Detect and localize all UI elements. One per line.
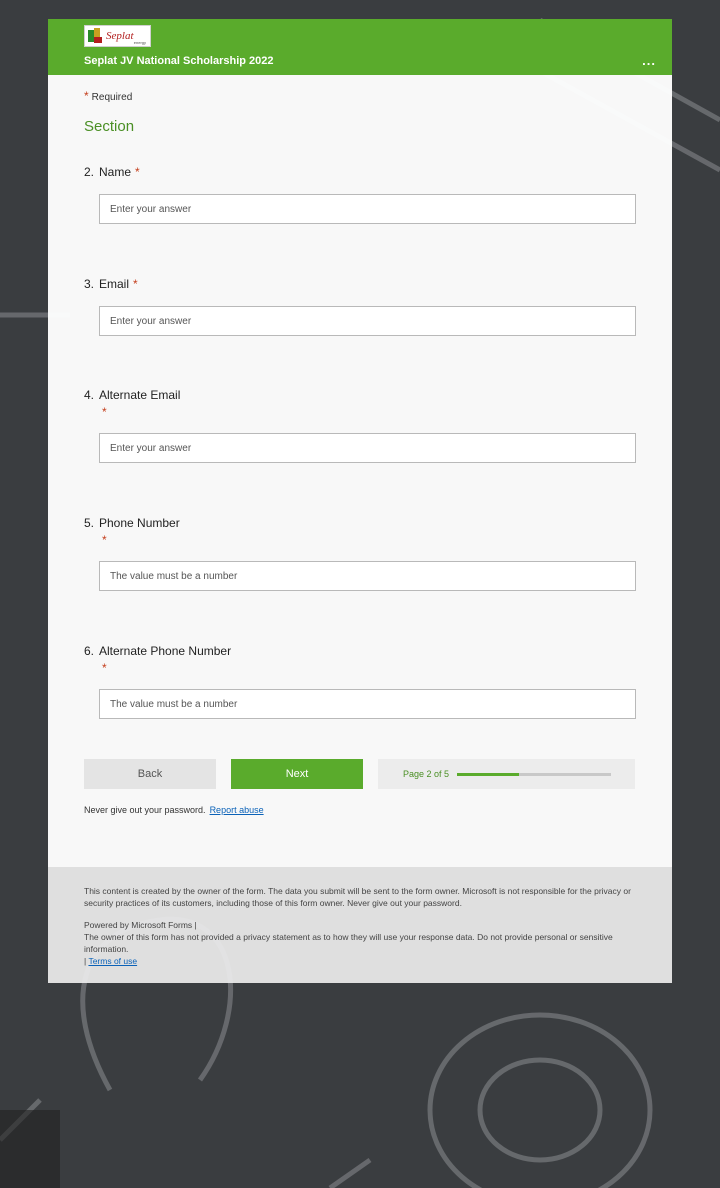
logo-subtext: energy: [133, 40, 146, 45]
next-button[interactable]: Next: [231, 759, 363, 789]
footer-privacy-note: The owner of this form has not provided …: [84, 932, 613, 954]
required-star: *: [102, 661, 107, 675]
question-label: Alternate Email: [99, 388, 181, 402]
report-abuse-link[interactable]: Report abuse: [210, 805, 264, 815]
footer-terms: | Terms of use: [84, 955, 636, 967]
form-title: Seplat JV National Scholarship 2022: [84, 55, 274, 67]
question-email: 3. Email * Enter your answer: [84, 277, 636, 337]
password-warning-text: Never give out your password.: [84, 805, 206, 815]
logo-wordmark: Seplat: [106, 29, 134, 42]
required-star: *: [133, 277, 138, 291]
password-warning: Never give out your password. Report abus…: [84, 805, 264, 815]
question-number: 3.: [84, 277, 95, 291]
footer-powered-by: Powered by Microsoft Forms |: [84, 920, 197, 930]
logo-mark-icon: [88, 28, 102, 44]
form-header: Seplat energy Seplat JV National Scholar…: [48, 19, 672, 75]
question-label: Phone Number: [99, 516, 180, 530]
terms-of-use-link[interactable]: Terms of use: [88, 956, 137, 966]
question-label: Email: [99, 277, 130, 291]
back-button[interactable]: Back: [84, 759, 216, 789]
required-label: Required: [91, 92, 133, 103]
seplat-logo: Seplat energy: [84, 25, 151, 47]
email-input[interactable]: Enter your answer: [99, 306, 636, 336]
more-options-icon[interactable]: ...: [642, 53, 656, 68]
required-star: *: [84, 89, 89, 103]
question-title: 2. Name *: [84, 165, 636, 179]
footer-disclaimer: This content is created by the owner of …: [84, 886, 631, 908]
question-alternate-email: 4. Alternate Email * Enter your answer: [84, 388, 636, 463]
question-alternate-phone-number: 6. Alternate Phone Number * The value mu…: [84, 644, 636, 719]
required-star: *: [102, 533, 107, 547]
form-card: Seplat energy Seplat JV National Scholar…: [48, 19, 672, 867]
progress-bar: [457, 772, 611, 776]
question-number: 4.: [84, 388, 95, 402]
question-title: 4. Alternate Email: [84, 388, 636, 402]
alternate-phone-number-input[interactable]: The value must be a number: [99, 689, 636, 719]
form-navigation: Back Next Page 2 of 5: [84, 759, 636, 789]
question-phone-number: 5. Phone Number * The value must be a nu…: [84, 516, 636, 591]
question-title: 6. Alternate Phone Number: [84, 644, 636, 658]
footer-terms-separator: |: [84, 956, 87, 966]
phone-number-input[interactable]: The value must be a number: [99, 561, 636, 591]
page-progress: Page 2 of 5: [378, 759, 635, 789]
page-indicator: Page 2 of 5: [403, 769, 450, 779]
question-label: Alternate Phone Number: [99, 644, 232, 658]
question-title: 5. Phone Number: [84, 516, 636, 530]
question-number: 6.: [84, 644, 95, 658]
section-title: Section: [84, 118, 135, 135]
alternate-email-input[interactable]: Enter your answer: [99, 433, 636, 463]
question-number: 5.: [84, 516, 95, 530]
question-label: Name: [99, 165, 132, 179]
progress-bar-fill: [457, 772, 519, 776]
form-footer: This content is created by the owner of …: [48, 867, 672, 983]
required-note: * Required: [84, 89, 132, 103]
required-star: *: [135, 165, 140, 179]
required-star: *: [102, 405, 107, 419]
question-title: 3. Email *: [84, 277, 636, 291]
question-number: 2.: [84, 165, 95, 179]
name-input[interactable]: Enter your answer: [99, 194, 636, 224]
question-name: 2. Name * Enter your answer: [84, 165, 636, 225]
